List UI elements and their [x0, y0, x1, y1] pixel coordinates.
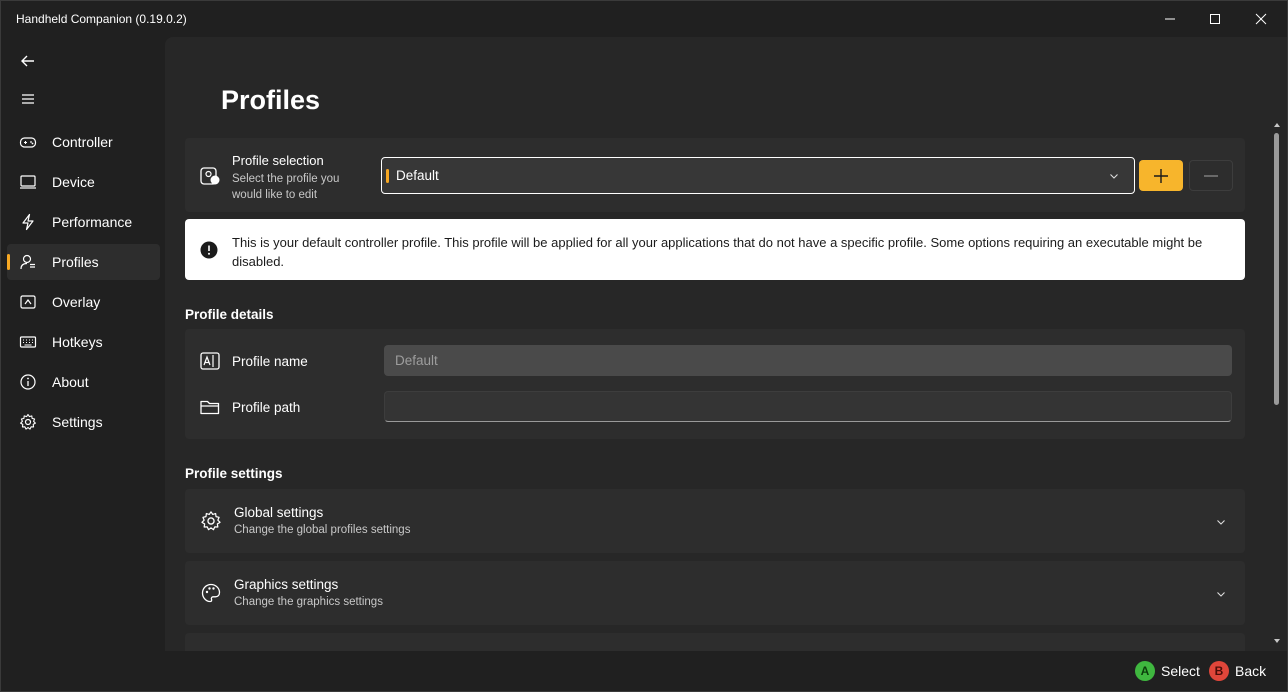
profile-icon — [19, 253, 37, 271]
arrow-left-icon — [21, 55, 34, 67]
profile-combobox[interactable]: Default — [381, 157, 1135, 194]
profile-combobox-value: Default — [396, 168, 439, 183]
minimize-button[interactable] — [1147, 1, 1193, 37]
remove-profile-button[interactable] — [1189, 160, 1233, 191]
info-icon — [19, 373, 37, 391]
profile-settings-heading: Profile settings — [185, 466, 283, 481]
rename-icon — [199, 350, 221, 372]
active-indicator — [7, 254, 10, 270]
minimize-icon — [1165, 18, 1175, 20]
hamburger-icon — [22, 94, 34, 104]
lightning-icon — [19, 213, 37, 231]
profile-name-input[interactable]: Default — [384, 345, 1232, 376]
nav-item-controller[interactable]: Controller — [7, 124, 160, 160]
gear-icon — [200, 510, 222, 532]
profile-selection-subtitle: Select the profile you would like to edi… — [232, 173, 340, 201]
nav-item-settings[interactable]: Settings — [7, 404, 160, 440]
gear-icon — [19, 413, 37, 431]
selected-indicator — [386, 169, 389, 183]
navigation-sidebar: Controller Device Performance Profiles O… — [1, 37, 165, 691]
nav-item-label: Device — [52, 174, 95, 190]
maximize-button[interactable] — [1192, 1, 1238, 37]
graphics-settings-title: Graphics settings — [234, 577, 339, 592]
add-profile-button[interactable] — [1139, 160, 1183, 191]
nav-item-label: Controller — [52, 134, 113, 150]
alert-icon — [200, 241, 218, 259]
menu-toggle-button[interactable] — [9, 82, 47, 116]
chevron-down-icon — [1217, 520, 1225, 525]
nav-item-profiles[interactable]: Profiles — [7, 244, 160, 280]
scroll-up-icon — [1274, 123, 1280, 127]
profile-selection-card: Profile selection Select the profile you… — [185, 138, 1245, 212]
profile-details-heading: Profile details — [185, 307, 274, 322]
nav-item-label: About — [52, 374, 89, 390]
content-pane: Profiles Profile selection Select the pr… — [165, 37, 1287, 651]
close-button[interactable] — [1238, 1, 1284, 37]
page-title: Profiles — [221, 85, 321, 115]
app-window: Handheld Companion (0.19.0.2) Controller — [0, 0, 1288, 692]
profile-path-label: Profile path — [232, 400, 301, 415]
title-bar: Handheld Companion (0.19.0.2) — [1, 1, 1287, 37]
default-profile-infobar: This is your default controller profile.… — [185, 219, 1245, 280]
select-hint-label: Select — [1161, 663, 1200, 679]
keyboard-icon — [19, 333, 37, 351]
global-settings-title: Global settings — [234, 505, 324, 520]
scrollbar-thumb[interactable] — [1274, 133, 1279, 405]
back-hint-label: Back — [1235, 663, 1267, 679]
nav-item-label: Overlay — [52, 294, 101, 310]
back-hint[interactable]: B Back — [1209, 661, 1266, 681]
nav-item-overlay[interactable]: Overlay — [7, 284, 160, 320]
nav-item-performance[interactable]: Performance — [7, 204, 160, 240]
plus-icon — [1154, 168, 1168, 183]
graphics-settings-expander[interactable]: Graphics settings Change the graphics se… — [185, 561, 1245, 625]
profile-name-label: Profile name — [232, 354, 308, 369]
chevron-down-icon — [1217, 592, 1225, 597]
folder-icon — [199, 396, 221, 418]
window-title: Handheld Companion (0.19.0.2) — [16, 12, 187, 26]
nav-item-device[interactable]: Device — [7, 164, 160, 200]
profile-details-card: Profile name Default Profile path — [185, 329, 1245, 439]
nav-item-about[interactable]: About — [7, 364, 160, 400]
infobar-message: This is your default controller profile.… — [232, 235, 1203, 269]
minus-icon — [1204, 174, 1218, 177]
back-button[interactable] — [9, 44, 47, 78]
next-settings-expander[interactable] — [185, 633, 1245, 651]
scroll-down-icon — [1274, 639, 1280, 643]
chevron-down-icon — [1110, 174, 1118, 179]
profile-path-input[interactable] — [384, 391, 1232, 422]
close-icon — [1255, 13, 1267, 25]
profile-name-value: Default — [395, 353, 438, 368]
global-settings-subtitle: Change the global profiles settings — [234, 524, 411, 536]
a-button-icon: A — [1135, 661, 1155, 681]
overlay-icon — [19, 293, 37, 311]
palette-icon — [200, 582, 222, 604]
nav-item-hotkeys[interactable]: Hotkeys — [7, 324, 160, 360]
nav-item-label: Profiles — [52, 254, 99, 270]
global-settings-expander[interactable]: Global settings Change the global profil… — [185, 489, 1245, 553]
graphics-settings-subtitle: Change the graphics settings — [234, 596, 383, 608]
device-icon — [19, 173, 37, 191]
nav-item-label: Settings — [52, 414, 103, 430]
maximize-icon — [1210, 14, 1220, 24]
nav-item-label: Hotkeys — [52, 334, 103, 350]
select-hint[interactable]: A Select — [1135, 661, 1200, 681]
profile-select-icon — [199, 165, 221, 187]
b-button-icon: B — [1209, 661, 1229, 681]
profile-selection-title: Profile selection — [232, 153, 324, 168]
nav-item-label: Performance — [52, 214, 133, 230]
gamepad-icon — [19, 133, 37, 151]
controller-hints-bar: A Select B Back — [1, 651, 1287, 691]
